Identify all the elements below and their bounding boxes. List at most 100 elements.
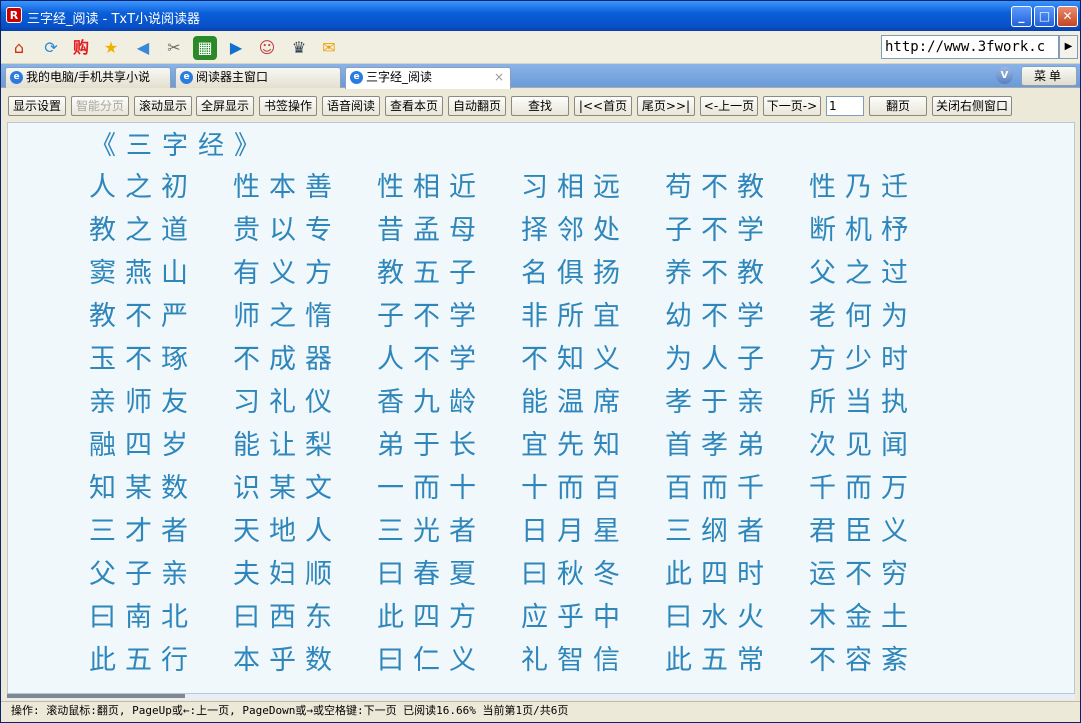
play-icon[interactable]: ▶ <box>224 36 248 60</box>
verse-text: 不成器 <box>233 344 341 375</box>
tab-bar: e 我的电脑/手机共享小说 e 阅读器主窗口 e 三字经_阅读 × <box>1 64 1080 89</box>
scroll-display-button[interactable]: 滚动显示 <box>134 96 192 116</box>
verse-text: 次见闻 <box>809 430 917 461</box>
verse-text: 香九龄 <box>377 387 485 418</box>
verse-text: 养不教 <box>665 258 773 289</box>
verse-text: 识某文 <box>233 473 341 504</box>
verse-text: 择邻处 <box>521 215 629 246</box>
view-page-button[interactable]: 查看本页 <box>385 96 443 116</box>
verse-text: 习相远 <box>521 172 629 203</box>
verse-text: 能温席 <box>521 387 629 418</box>
smart-paging-button[interactable]: 智能分页 <box>71 96 129 116</box>
verse-text: 曰春夏 <box>377 559 485 590</box>
first-page-button[interactable]: |<<首页 <box>574 96 632 116</box>
verse-text: 师之惰 <box>233 301 341 332</box>
title-bar: R 三字经_阅读 - TxT小说阅读器 _ □ ✕ <box>1 1 1080 31</box>
verse-text: 不容紊 <box>809 645 917 676</box>
verse-text: 教五子 <box>377 258 485 289</box>
verse-text: 此四方 <box>377 602 485 633</box>
verse-text: 昔孟母 <box>377 215 485 246</box>
verse-text: 应乎中 <box>521 602 629 633</box>
verse-text: 子不学 <box>665 215 773 246</box>
image-icon[interactable]: ▦ <box>193 36 217 60</box>
verse-text: 三才者 <box>89 516 197 547</box>
chat-icon[interactable]: ✉ <box>317 36 341 60</box>
verse-text: 三纲者 <box>665 516 773 547</box>
verse-text: 天地人 <box>233 516 341 547</box>
verse-text: 教不严 <box>89 301 197 332</box>
verse-text: 为人子 <box>665 344 773 375</box>
verse-text: 所当执 <box>809 387 917 418</box>
go-page-button[interactable]: 翻页 <box>869 96 927 116</box>
tools-icon[interactable]: ✂ <box>162 36 186 60</box>
prev-page-button[interactable]: <-上一页 <box>700 96 758 116</box>
home-icon[interactable]: ⌂ <box>7 36 31 60</box>
display-settings-button[interactable]: 显示设置 <box>8 96 66 116</box>
tab-sanzijing[interactable]: e 三字经_阅读 × <box>345 67 511 89</box>
verse-text: 本乎数 <box>233 645 341 676</box>
verse-text: 亲师友 <box>89 387 197 418</box>
menu-button[interactable]: 菜单 <box>1021 66 1077 86</box>
back-icon[interactable]: ◀ <box>131 36 155 60</box>
minimize-button[interactable]: _ <box>1011 6 1032 27</box>
tab-close-icon[interactable]: × <box>494 68 504 87</box>
shop-icon[interactable]: 购 <box>69 36 93 60</box>
full-screen-button[interactable]: 全屏显示 <box>196 96 254 116</box>
verse-text: 人不学 <box>377 344 485 375</box>
ie-icon: e <box>10 71 23 84</box>
status-bar: 操作: 滚动鼠标:翻页, PageUp或←:上一页, PageDown或→或空格… <box>1 701 1080 722</box>
verse-text: 曰南北 <box>89 602 197 633</box>
verse-text: 曰仁义 <box>377 645 485 676</box>
next-page-button[interactable]: 下一页-> <box>763 96 821 116</box>
scrollbar-thumb[interactable] <box>7 694 185 698</box>
tab-shared-novels[interactable]: e 我的电脑/手机共享小说 <box>5 67 171 88</box>
url-input[interactable]: http://www.3fwork.c <box>881 35 1059 59</box>
verse-text: 孝于亲 <box>665 387 773 418</box>
voice-read-button[interactable]: 语音阅读 <box>322 96 380 116</box>
verse-text: 老何为 <box>809 301 917 332</box>
verse-text: 有义方 <box>233 258 341 289</box>
horizontal-scrollbar[interactable] <box>7 694 1075 700</box>
verse-text: 君臣义 <box>809 516 917 547</box>
verse-text: 能让梨 <box>233 430 341 461</box>
verse-text: 礼智信 <box>521 645 629 676</box>
chevron-down-icon[interactable]: V <box>996 67 1013 84</box>
verse-text: 曰西东 <box>233 602 341 633</box>
verse-text: 夫妇顺 <box>233 559 341 590</box>
verse-text: 子不学 <box>377 301 485 332</box>
window-title: 三字经_阅读 - TxT小说阅读器 <box>27 12 201 27</box>
close-button[interactable]: ✕ <box>1057 6 1078 27</box>
verse-text: 日月星 <box>521 516 629 547</box>
verse-text: 曰秋冬 <box>521 559 629 590</box>
verse-text: 方少时 <box>809 344 917 375</box>
close-right-button[interactable]: 关闭右侧窗口 <box>932 96 1012 116</box>
verse-text: 幼不学 <box>665 301 773 332</box>
avatar-icon[interactable]: ☺ <box>255 36 279 60</box>
verse-text: 贵以专 <box>233 215 341 246</box>
maximize-button[interactable]: □ <box>1034 6 1055 27</box>
verse-text: 性相近 <box>377 172 485 203</box>
last-page-button[interactable]: 尾页>>| <box>637 96 695 116</box>
photo-icon[interactable]: ♛ <box>287 36 311 60</box>
verse-text: 教之道 <box>89 215 197 246</box>
verse-text: 此五常 <box>665 645 773 676</box>
verse-text: 习礼仪 <box>233 387 341 418</box>
verse-text: 运不穷 <box>809 559 917 590</box>
page-number-input[interactable]: 1 <box>826 96 864 116</box>
verse-text: 知某数 <box>89 473 197 504</box>
app-logo-icon: R <box>6 7 22 23</box>
search-button[interactable]: 查找 <box>511 96 569 116</box>
reader-content[interactable]: 《三字经》 人之初 性本善 性相近 习相远 苟不教 性乃迁 教之道 贵以专 昔孟母 择邻处 子不学断… <box>7 122 1075 694</box>
star-icon[interactable]: ★ <box>99 36 123 60</box>
refresh-icon[interactable]: ⟳ <box>39 36 63 60</box>
verse-text: 性本善 <box>233 172 341 203</box>
verse-text: 父之过 <box>809 258 917 289</box>
bookmark-button[interactable]: 书签操作 <box>259 96 317 116</box>
verse-text: 断机杼 <box>809 215 917 246</box>
verse-text: 首孝弟 <box>665 430 773 461</box>
ie-icon: e <box>350 71 363 84</box>
url-go-icon[interactable]: ▶ <box>1059 35 1078 59</box>
verse-text: 名俱扬 <box>521 258 629 289</box>
tab-reader-main[interactable]: e 阅读器主窗口 <box>175 67 341 88</box>
auto-page-button[interactable]: 自动翻页 <box>448 96 506 116</box>
